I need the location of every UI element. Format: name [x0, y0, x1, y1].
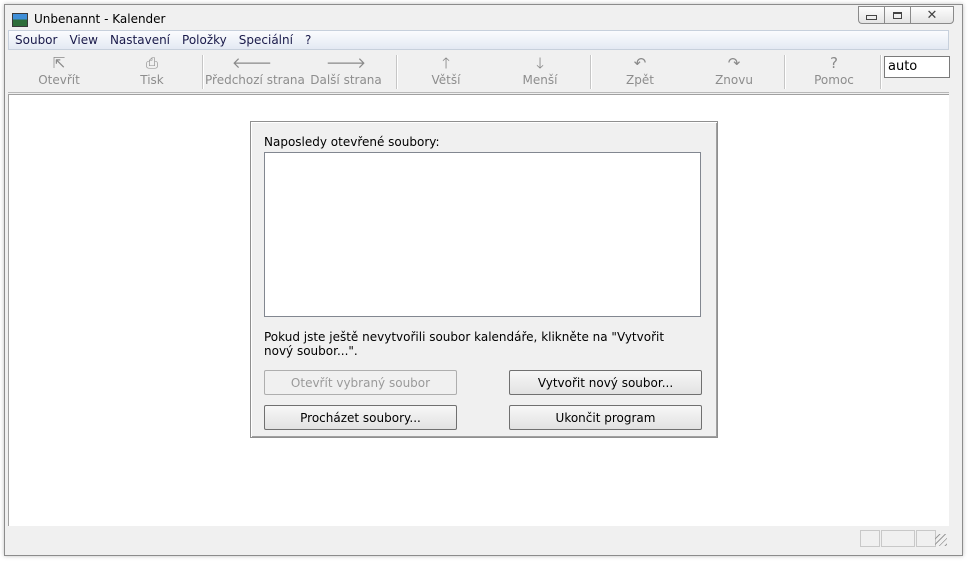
menu-help[interactable]: ?: [299, 31, 317, 49]
toolbar-separator: [590, 55, 592, 89]
create-new-file-button[interactable]: Vytvořit nový soubor...: [509, 370, 702, 395]
smaller-label: Menší: [522, 73, 558, 87]
window-controls: ✕: [858, 6, 954, 24]
arrow-right-icon: 🡒: [325, 54, 367, 72]
maximize-button[interactable]: [884, 6, 910, 24]
open-button[interactable]: ⇱ Otevřít: [12, 53, 106, 91]
redo-label: Znovu: [715, 73, 753, 87]
minimize-button[interactable]: [858, 6, 884, 24]
question-icon: ?: [830, 54, 838, 72]
toolbar-separator: [784, 55, 786, 89]
printer-icon: ⎙: [145, 54, 158, 72]
start-dialog: Naposledy otevřené soubory: Pokud jste j…: [250, 121, 718, 438]
undo-label: Zpět: [626, 73, 654, 87]
exit-program-button[interactable]: Ukončit program: [509, 405, 702, 430]
toolbar-separator: [202, 55, 204, 89]
toolbar-separator: [396, 55, 398, 89]
menu-soubor[interactable]: Soubor: [9, 31, 63, 49]
menu-bar: Soubor View Nastavení Položky Speciální …: [8, 30, 949, 50]
print-label: Tisk: [140, 73, 164, 87]
menu-polozky[interactable]: Položky: [176, 31, 233, 49]
larger-button[interactable]: 🡑 Větší: [399, 53, 493, 91]
arrow-left-icon: 🡐: [231, 54, 273, 72]
minimize-icon: [866, 15, 877, 20]
calendar-app-icon: [12, 13, 28, 27]
toolbar: ⇱ Otevřít ⎙ Tisk 🡐 Předchozí strana 🡒 Da…: [8, 51, 950, 93]
open-selected-file-button[interactable]: Otevřít vybraný soubor: [264, 370, 457, 395]
open-icon: ⇱: [52, 54, 66, 72]
arrow-up-icon: 🡑: [442, 54, 450, 72]
status-panel: [860, 530, 880, 547]
close-button[interactable]: ✕: [910, 6, 954, 24]
arrow-down-icon: 🡓: [536, 54, 544, 72]
resize-grip-icon[interactable]: [935, 534, 947, 546]
maximize-icon: [893, 11, 902, 19]
help-button[interactable]: ? Pomoc: [787, 53, 881, 91]
prev-page-button[interactable]: 🡐 Předchozí strana: [205, 53, 305, 91]
status-panel: [881, 530, 915, 547]
menu-view[interactable]: View: [63, 31, 103, 49]
larger-label: Větší: [431, 73, 461, 87]
prev-page-label: Předchozí strana: [205, 73, 305, 87]
menu-specialni[interactable]: Speciální: [233, 31, 299, 49]
create-hint-text: Pokud jste ještě nevytvořili soubor kale…: [264, 330, 665, 358]
redo-icon: ↷: [727, 54, 741, 72]
recent-files-list[interactable]: [264, 152, 701, 317]
zoom-field[interactable]: auto: [884, 56, 950, 78]
toolbar-separator: [880, 55, 882, 89]
redo-button[interactable]: ↷ Znovu: [687, 53, 781, 91]
status-bar: [8, 528, 949, 548]
next-page-button[interactable]: 🡒 Další strana: [299, 53, 393, 91]
open-label: Otevřít: [38, 73, 80, 87]
undo-icon: ↶: [633, 54, 647, 72]
close-icon: ✕: [926, 7, 938, 23]
print-button[interactable]: ⎙ Tisk: [105, 53, 199, 91]
status-panel: [916, 530, 936, 547]
help-label: Pomoc: [814, 73, 854, 87]
window-title: Unbenannt - Kalender: [34, 12, 166, 26]
next-page-label: Další strana: [310, 73, 382, 87]
undo-button[interactable]: ↶ Zpět: [593, 53, 687, 91]
recent-files-label: Naposledy otevřené soubory:: [264, 135, 440, 149]
menu-nastaveni[interactable]: Nastavení: [104, 31, 176, 49]
browse-files-button[interactable]: Procházet soubory...: [264, 405, 457, 430]
smaller-button[interactable]: 🡓 Menší: [493, 53, 587, 91]
